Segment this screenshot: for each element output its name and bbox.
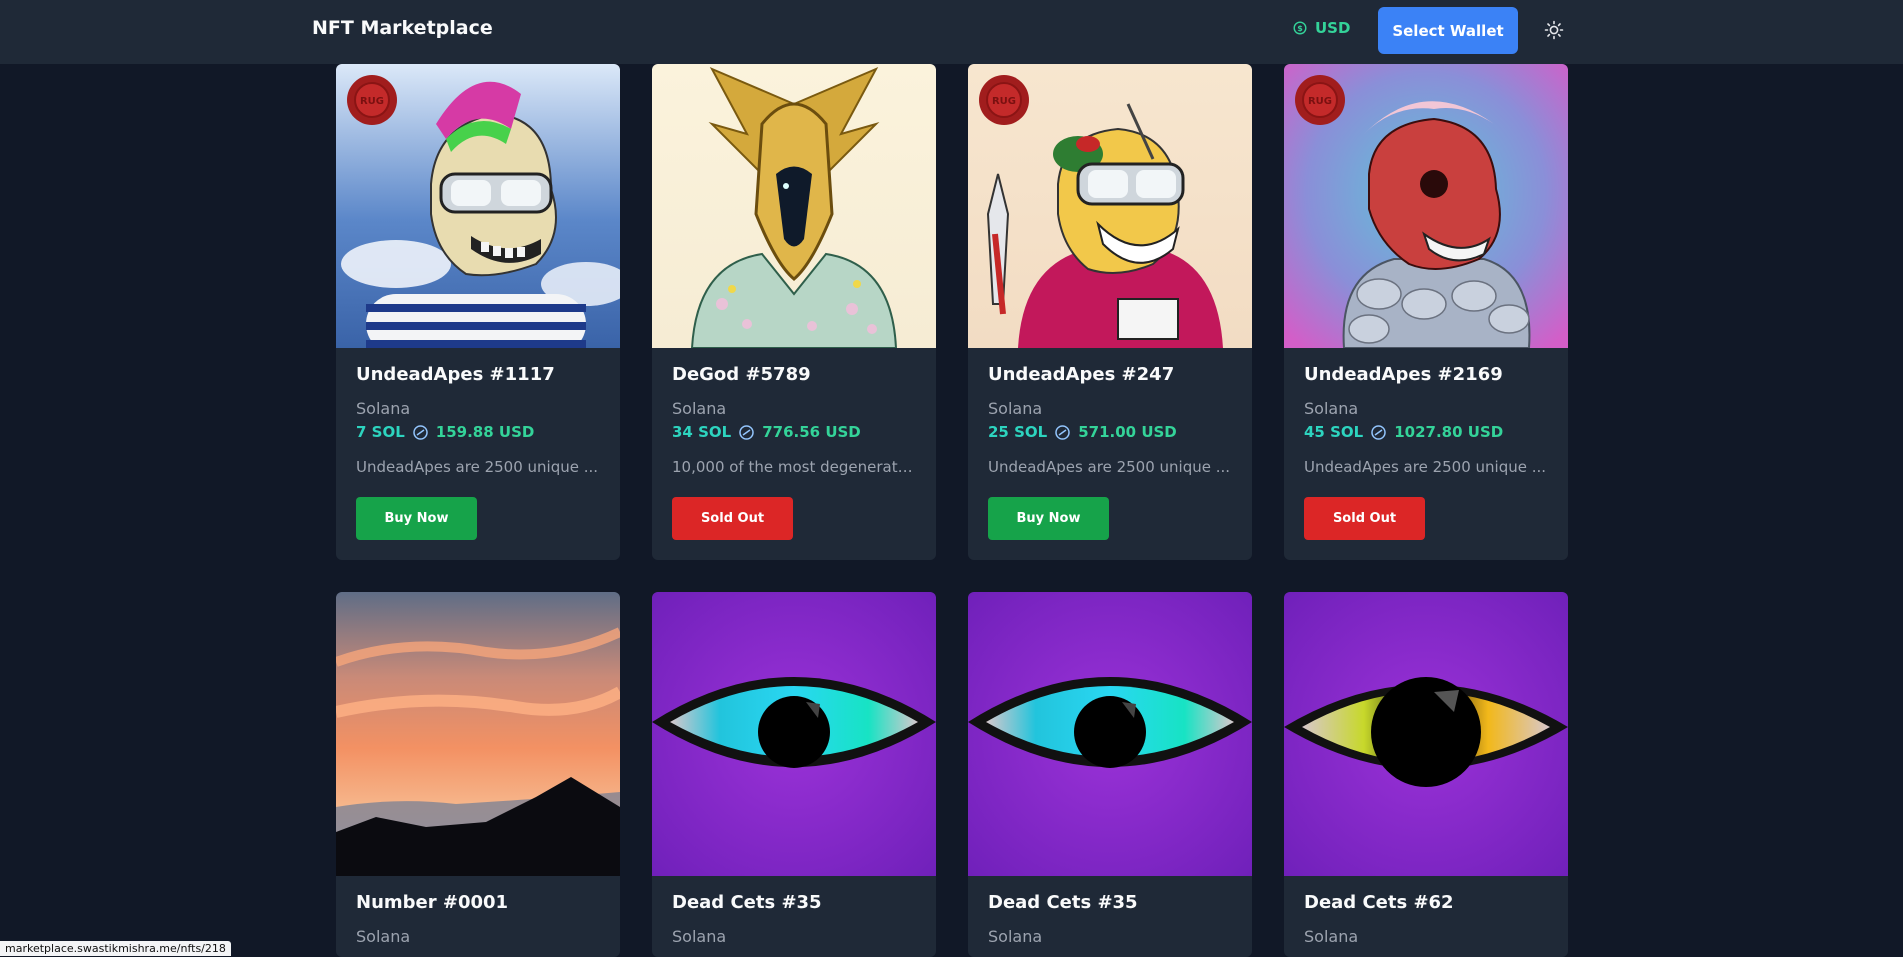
brand-title[interactable]: NFT Marketplace xyxy=(312,17,493,39)
nft-card[interactable]: RUG UndeadApes #247 Solana 25 SOL 571.00… xyxy=(968,64,1252,560)
link-status-bar: marketplace.swastikmishra.me/nfts/218 xyxy=(0,941,231,956)
nft-chain: Solana xyxy=(1304,399,1359,418)
nft-chain: Solana xyxy=(988,399,1043,418)
nft-card[interactable]: Number #0001 Solana xyxy=(336,592,620,957)
select-wallet-button[interactable]: Select Wallet xyxy=(1378,7,1518,54)
nft-card[interactable]: Dead Cets #62 Solana xyxy=(1284,592,1568,957)
sold-out-button[interactable]: Sold Out xyxy=(1304,497,1425,540)
rug-badge-icon: RUG xyxy=(347,75,397,125)
usd-price: 776.56 USD xyxy=(762,423,861,441)
rug-badge-icon: RUG xyxy=(1295,75,1345,125)
buy-now-button[interactable]: Buy Now xyxy=(356,497,477,540)
nft-description: UndeadApes are 2500 unique ... xyxy=(1304,458,1547,476)
currency-selector[interactable]: $ USD xyxy=(1293,19,1350,37)
svg-text:$: $ xyxy=(1297,24,1303,33)
nft-name[interactable]: Dead Cets #35 xyxy=(672,892,822,913)
exchange-icon xyxy=(1055,424,1070,440)
buy-now-button[interactable]: Buy Now xyxy=(988,497,1109,540)
nft-price: 25 SOL 571.00 USD xyxy=(988,423,1177,441)
sol-price: 25 SOL xyxy=(988,423,1048,441)
svg-text:RUG: RUG xyxy=(360,96,384,107)
nft-name[interactable]: UndeadApes #247 xyxy=(988,364,1174,385)
nft-chain: Solana xyxy=(988,927,1043,946)
nft-name[interactable]: Dead Cets #35 xyxy=(988,892,1138,913)
currency-label: USD xyxy=(1315,19,1351,37)
svg-text:RUG: RUG xyxy=(992,96,1016,107)
nft-card[interactable]: Dead Cets #35 Solana xyxy=(652,592,936,957)
sol-price: 7 SOL xyxy=(356,423,405,441)
usd-price: 1027.80 USD xyxy=(1394,423,1504,441)
exchange-icon xyxy=(739,424,754,440)
nft-chain: Solana xyxy=(356,399,411,418)
nft-chain: Solana xyxy=(356,927,411,946)
usd-price: 571.00 USD xyxy=(1078,423,1177,441)
nft-description: UndeadApes are 2500 unique ... xyxy=(356,458,599,476)
nft-name[interactable]: DeGod #5789 xyxy=(672,364,811,385)
nft-card[interactable]: RUG UndeadApes #2169 Solana 45 SOL 1027.… xyxy=(1284,64,1568,560)
nft-card[interactable]: Dead Cets #35 Solana xyxy=(968,592,1252,957)
nft-description: 10,000 of the most degenerate... xyxy=(672,458,916,476)
nft-price: 45 SOL 1027.80 USD xyxy=(1304,423,1503,441)
nft-name[interactable]: Number #0001 xyxy=(356,892,508,913)
sun-icon[interactable] xyxy=(1543,19,1565,41)
nft-price: 7 SOL 159.88 USD xyxy=(356,423,534,441)
nft-chain: Solana xyxy=(672,399,727,418)
nft-chain: Solana xyxy=(672,927,727,946)
nft-card[interactable]: DeGod #5789 Solana 34 SOL 776.56 USD 10,… xyxy=(652,64,936,560)
cyan-eye-image[interactable] xyxy=(968,592,1252,876)
svg-text:RUG: RUG xyxy=(1308,96,1332,107)
nft-price: 34 SOL 776.56 USD xyxy=(672,423,861,441)
nft-name[interactable]: UndeadApes #2169 xyxy=(1304,364,1503,385)
sol-price: 45 SOL xyxy=(1304,423,1364,441)
nft-name[interactable]: Dead Cets #62 xyxy=(1304,892,1454,913)
degod-golden-helmet-image[interactable] xyxy=(652,64,936,348)
rug-badge-icon: RUG xyxy=(979,75,1029,125)
cyan-eye-image[interactable] xyxy=(652,592,936,876)
top-navbar: NFT Marketplace $ USD Select Wallet xyxy=(0,0,1903,64)
nft-chain: Solana xyxy=(1304,927,1359,946)
sol-price: 34 SOL xyxy=(672,423,732,441)
dollar-coin-icon: $ xyxy=(1293,21,1307,35)
exchange-icon xyxy=(413,424,428,440)
exchange-icon xyxy=(1371,424,1386,440)
usd-price: 159.88 USD xyxy=(435,423,535,441)
nft-description: UndeadApes are 2500 unique ... xyxy=(988,458,1231,476)
yellow-eye-image[interactable] xyxy=(1284,592,1568,876)
sold-out-button[interactable]: Sold Out xyxy=(672,497,793,540)
nft-name[interactable]: UndeadApes #1117 xyxy=(356,364,555,385)
nft-card[interactable]: RUG UndeadApes #1117 Solana 7 SOL 159.88… xyxy=(336,64,620,560)
sunset-mountains-image[interactable] xyxy=(336,592,620,876)
